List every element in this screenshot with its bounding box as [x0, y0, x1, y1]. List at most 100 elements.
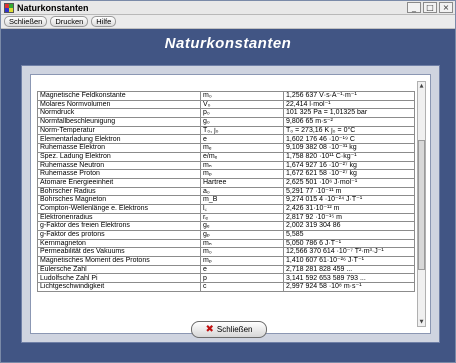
table-row: Permeabilität des Vakuums m₀ 12,566 370 61…	[37, 247, 415, 258]
table-row: Bohrscher Radius a₀ 5,291 77 ·10⁻¹¹ m	[37, 186, 415, 197]
cell-symbol: mₚ	[200, 169, 284, 179]
cell-name: Ruhemasse Elektron	[37, 143, 201, 153]
constants-table: Magnetische Feldkonstante m₀ 1,256 637 V·s…	[37, 91, 415, 292]
scroll-up-icon[interactable]: ▲	[418, 82, 425, 90]
menu-hilfe[interactable]: Hilfe	[91, 16, 117, 27]
table-row: Magnetisches Moment des Protons mₚ 1,410 6…	[37, 256, 415, 266]
minimize-button[interactable]: _	[407, 2, 421, 13]
cell-symbol: gₚ	[200, 230, 284, 240]
table-row: Ruhemasse Proton mₚ 1,672 621 58 ·10⁻²⁷ kg	[37, 169, 415, 179]
cell-value: 2,625 501 ·10⁶ J·mol⁻¹	[283, 177, 415, 188]
cell-name: Bohrscher Radius	[37, 186, 201, 197]
table-row: Normdruck p₀ 101 325 Pa = 1,01325 bar	[37, 108, 415, 119]
table-row: Norm-Temperatur T₀, j₀ T₀ = 273,16 K j₀ = …	[37, 125, 415, 136]
cell-symbol: g₀	[200, 117, 284, 127]
cell-name: Normdruck	[37, 108, 201, 119]
close-button[interactable]: ✖ Schließen	[191, 321, 267, 338]
cell-symbol: a₀	[200, 186, 284, 197]
window-controls: _ □ ×	[407, 2, 453, 13]
cell-value: 9,109 382 08 ·10⁻³¹ kg	[283, 143, 415, 153]
cell-symbol: Hartree	[200, 177, 284, 188]
cell-name: g-Faktor des protons	[37, 230, 201, 240]
cell-value: 9,274 015 4 ·10⁻²⁴ J·T⁻¹	[283, 195, 415, 205]
cell-name: Atomare Energieeinheit	[37, 177, 201, 188]
cell-name: Lichtgeschwindigkeit	[37, 282, 201, 292]
cell-name: Ruhemasse Proton	[37, 169, 201, 179]
table-row: Ruhemasse Elektron mₑ 9,109 382 08 ·10⁻³¹ …	[37, 143, 415, 153]
table-row: Bohrsches Magneton m_B 9,274 015 4 ·10⁻²⁴ …	[37, 195, 415, 205]
cell-name: Bohrsches Magneton	[37, 195, 201, 205]
cell-value: 5,291 77 ·10⁻¹¹ m	[283, 186, 415, 197]
cell-symbol: mₑ	[200, 143, 284, 153]
cell-value: 1,256 637 V·s·A⁻¹·m⁻¹	[283, 91, 415, 101]
app-window: Naturkonstanten _ □ × Schließen Drucken …	[0, 0, 456, 363]
cell-name: Kernmagneton	[37, 238, 201, 249]
menu-drucken[interactable]: Drucken	[50, 16, 89, 27]
cell-value: 9,806 65 m·s⁻²	[283, 117, 415, 127]
cell-name: Magnetisches Moment des Protons	[37, 256, 201, 266]
table-row: Elementarladung Elektron e 1,602 176 46 ·1…	[37, 134, 415, 145]
table-row: Compton-Wellenlänge e. Elektrons l꜀ 2,426 …	[37, 203, 415, 214]
cell-symbol: p₀	[200, 108, 284, 119]
table-row: g-Faktor des protons gₚ 5,585	[37, 230, 415, 240]
cell-value: 5,585	[283, 230, 415, 240]
page-title: Naturkonstanten	[164, 35, 292, 52]
cell-value: 2,002 319 304 86	[283, 221, 415, 231]
cell-symbol: m₀	[200, 91, 284, 101]
cell-name: Normfallbeschleunigung	[37, 117, 201, 127]
cell-name: Compton-Wellenlänge e. Elektrons	[37, 203, 201, 214]
cell-symbol: e	[200, 134, 284, 145]
cell-symbol: e/mₑ	[200, 151, 284, 162]
cell-symbol: V₀	[200, 99, 284, 110]
menu-schliessen[interactable]: Schließen	[4, 16, 48, 27]
cell-name: Molares Normvolumen	[37, 99, 201, 110]
scroll-down-icon[interactable]: ▼	[418, 318, 425, 326]
cell-name: Ludolfsche Zahl Pi	[37, 273, 201, 284]
table-row: Normfallbeschleunigung g₀ 9,806 65 m·s⁻²	[37, 117, 415, 127]
close-icon: ✖	[205, 323, 214, 335]
cell-value: 5,050 786 6 J·T⁻¹	[283, 238, 415, 249]
cell-symbol: mₙ	[200, 160, 284, 171]
cell-symbol: p	[200, 273, 284, 284]
window-close-button[interactable]: ×	[439, 2, 453, 13]
close-button-label: Schließen	[216, 325, 253, 334]
cell-name: Elektronenradius	[37, 212, 201, 223]
table-row: Molares Normvolumen V₀ 22,414 l·mol⁻¹	[37, 99, 415, 110]
cell-symbol: l꜀	[200, 203, 284, 214]
cell-value: T₀ = 273,16 K j₀ = 0°C	[283, 125, 415, 136]
cell-value: 1,674 927 16 ·10⁻²⁷ kg	[283, 160, 415, 171]
cell-name: Permeabilität des Vakuums	[37, 247, 201, 258]
cell-value: 2,426 31·10⁻¹² m	[283, 203, 415, 214]
cell-value: 2,997 924 58 ·10⁸ m·s⁻¹	[283, 282, 415, 292]
cell-value: 1,602 176 46 ·10⁻¹⁹ C	[283, 134, 415, 145]
cell-symbol: e	[200, 264, 284, 275]
cell-symbol: mₙ	[200, 238, 284, 249]
cell-name: g-Faktor des freien Elektrons	[37, 221, 201, 231]
table-row: Eulersche Zahl e 2,718 281 828 459 ...	[37, 264, 415, 275]
table-row: Magnetische Feldkonstante m₀ 1,256 637 V·s…	[37, 91, 415, 101]
cell-symbol: T₀, j₀	[200, 125, 284, 136]
maximize-button[interactable]: □	[423, 2, 437, 13]
app-icon	[4, 2, 14, 13]
table-row: Elektronenradius rₑ 2,817 92 ·10⁻¹⁵ m	[37, 212, 415, 223]
cell-symbol: m₀	[200, 247, 284, 258]
menu-bar: Schließen Drucken Hilfe	[1, 15, 455, 29]
cell-name: Ruhemasse Neutron	[37, 160, 201, 171]
cell-value: 101 325 Pa = 1,01325 bar	[283, 108, 415, 119]
table-row: Kernmagneton mₙ 5,050 786 6 J·T⁻¹	[37, 238, 415, 249]
cell-name: Eulersche Zahl	[37, 264, 201, 275]
table-row: Atomare Energieeinheit Hartree 2,625 501 ·…	[37, 177, 415, 188]
cell-value: 1,758 820 ·10¹¹ C·kg⁻¹	[283, 151, 415, 162]
table-row: Spez. Ladung Elektron e/mₑ 1,758 820 ·10¹¹…	[37, 151, 415, 162]
cell-value: 1,410 607 61·10⁻²⁶ J·T⁻¹	[283, 256, 415, 266]
cell-value: 22,414 l·mol⁻¹	[283, 99, 415, 110]
vertical-scrollbar[interactable]: ▲ ▼	[417, 81, 426, 327]
cell-symbol: rₑ	[200, 212, 284, 223]
table-row: Ruhemasse Neutron mₙ 1,674 927 16 ·10⁻²⁷ k…	[37, 160, 415, 171]
table-row: Lichtgeschwindigkeit c 2,997 924 58 ·10⁸ m…	[37, 282, 415, 292]
cell-value: 3,141 592 653 589 793 ...	[283, 273, 415, 284]
scroll-thumb[interactable]	[418, 140, 425, 270]
constants-table-area: Magnetische Feldkonstante m₀ 1,256 637 V·s…	[37, 91, 415, 323]
cell-symbol: mₚ	[200, 256, 284, 266]
content-panel: Magnetische Feldkonstante m₀ 1,256 637 V·s…	[21, 65, 440, 343]
